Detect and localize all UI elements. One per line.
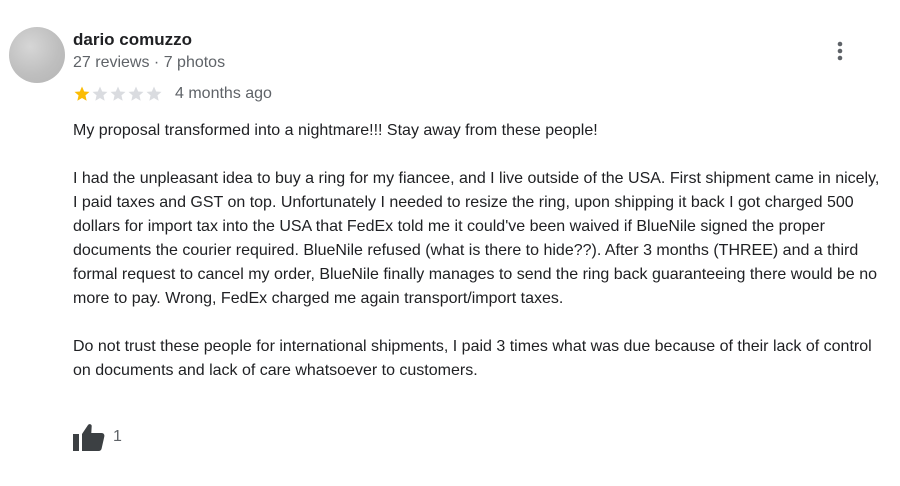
like-row: 1 [73, 422, 122, 452]
like-button[interactable] [73, 422, 105, 452]
star-filled-icon [74, 86, 90, 101]
avatar[interactable] [9, 27, 65, 83]
thumbs-up-icon [73, 424, 105, 451]
star-empty-icon [146, 86, 162, 101]
author-name[interactable]: dario comuzzo [73, 30, 192, 50]
review-time: 4 months ago [175, 85, 272, 102]
like-count: 1 [113, 428, 122, 445]
star-empty-icon [110, 86, 126, 101]
author-meta: 27 reviews · 7 photos [73, 54, 226, 71]
review-paragraph: My proposal transformed into a nightmare… [73, 122, 598, 139]
star-rating [73, 85, 163, 103]
review-paragraph: I had the unpleasant idea to buy a ring … [73, 170, 880, 307]
star-empty-icon [92, 86, 108, 101]
rating-row: 4 months ago [73, 83, 272, 105]
more-vert-icon [837, 41, 843, 61]
more-options-button[interactable] [826, 36, 854, 66]
star-empty-icon [128, 86, 144, 101]
review-text: My proposal transformed into a nightmare… [73, 119, 888, 383]
review-paragraph: Do not trust these people for internatio… [73, 338, 872, 379]
